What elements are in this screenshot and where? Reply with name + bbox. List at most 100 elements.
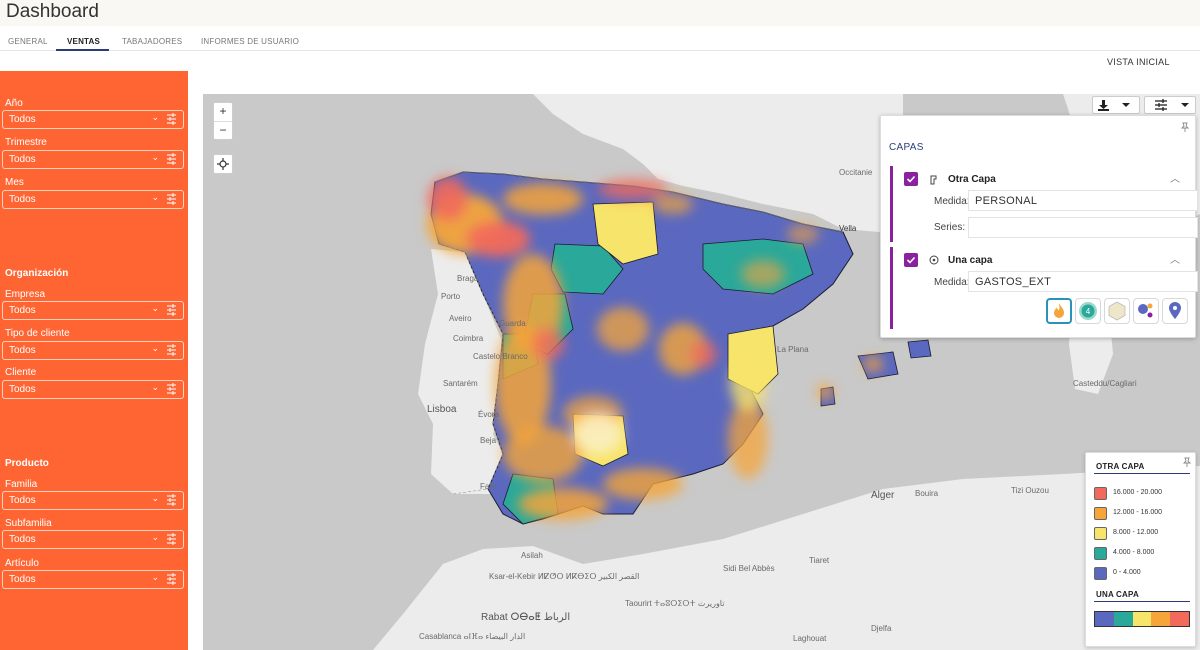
- medida-field[interactable]: GASTOS_EXT: [968, 271, 1198, 292]
- collapse-chevron-icon[interactable]: ︿: [1170, 251, 1180, 266]
- layers-title: CAPAS: [889, 142, 924, 153]
- bubble-icon: [1138, 303, 1153, 318]
- map-label: Évora: [478, 410, 499, 419]
- legend-range: 12.000 - 16.000: [1113, 509, 1163, 516]
- collapse-chevron-icon[interactable]: ︿: [1170, 170, 1180, 185]
- chevron-down-icon: ⌄: [151, 493, 159, 503]
- filter-label-mes: Mes: [5, 177, 24, 188]
- map-label: Beja: [480, 436, 497, 445]
- filter-sliders-icon[interactable]: [167, 193, 176, 205]
- map-label: Coimbra: [453, 334, 484, 343]
- legend-range: 16.000 - 20.000: [1113, 489, 1163, 496]
- cluster-count: 4: [1086, 307, 1091, 316]
- filter-label-articulo: Artículo: [5, 558, 39, 569]
- sliders-icon: [1155, 99, 1189, 111]
- filter-label-trimestre: Trimestre: [5, 137, 47, 148]
- filter-label-empresa: Empresa: [5, 289, 46, 300]
- select-value: Todos: [9, 345, 36, 356]
- location-layer-icon: [929, 255, 939, 265]
- marker-type-button[interactable]: [1162, 298, 1188, 324]
- medida-value: PERSONAL: [975, 195, 1038, 207]
- zoom-controls: + −: [213, 102, 233, 140]
- map-label: Casteddu/Cagliari: [1073, 379, 1137, 388]
- hexbin-type-button[interactable]: [1104, 298, 1130, 324]
- map-label: Alger: [871, 490, 895, 501]
- zoom-out-button[interactable]: −: [214, 121, 232, 139]
- select-value: Todos: [9, 534, 36, 545]
- tab-tabajadores[interactable]: TABAJADORES: [122, 37, 182, 46]
- legend-title-otra-capa: OTRA CAPA: [1096, 462, 1145, 471]
- filter-label-anio: Año: [5, 98, 23, 109]
- cliente-select[interactable]: Todos ⌄: [2, 380, 184, 399]
- map-label: Occitanie: [839, 168, 873, 177]
- flame-icon: [1054, 303, 1064, 318]
- trimestre-select[interactable]: Todos ⌄: [2, 150, 184, 169]
- legend-range: 0 - 4.000: [1113, 569, 1141, 576]
- filter-label-familia: Familia: [5, 479, 38, 490]
- tipo-cliente-select[interactable]: Todos ⌄: [2, 341, 184, 360]
- empresa-select[interactable]: Todos ⌄: [2, 301, 184, 320]
- app-header: Dashboard: [0, 0, 1200, 26]
- filter-sliders-icon[interactable]: [167, 304, 176, 316]
- map-label: Santarém: [443, 379, 478, 388]
- layer-otra-capa: Otra Capa ︿ Medida: PERSONAL Series:: [890, 166, 1198, 242]
- pin-icon[interactable]: [1182, 457, 1192, 467]
- map-label: Casablanca ⴰⵏⴼⴰ الدار البيضاء: [419, 632, 526, 641]
- tab-ventas[interactable]: VENTAS: [67, 37, 100, 46]
- map-label: Sidi Bel Abbès: [723, 564, 775, 573]
- pin-icon[interactable]: [1180, 122, 1190, 132]
- mes-select[interactable]: Todos ⌄: [2, 190, 184, 209]
- layer-checkbox[interactable]: [904, 253, 918, 267]
- legend-divider: [1094, 473, 1190, 474]
- filter-sliders-icon[interactable]: [167, 533, 176, 545]
- filter-label-subfamilia: Subfamilia: [5, 518, 52, 529]
- anio-select[interactable]: Todos ⌄: [2, 110, 184, 129]
- filter-sliders-icon[interactable]: [167, 494, 176, 506]
- section-heading-producto: Producto: [5, 458, 49, 469]
- map-label: Bouira: [915, 489, 939, 498]
- medida-label: Medida:: [934, 277, 970, 288]
- layer-name: Una capa: [948, 255, 993, 266]
- filter-sliders-icon[interactable]: [167, 153, 176, 165]
- map-label: Vella: [839, 224, 857, 233]
- filters-sidebar: Año Todos ⌄ Trimestre Todos ⌄ Mes Todos …: [0, 71, 188, 650]
- filter-sliders-icon[interactable]: [167, 383, 176, 395]
- legend-gradient-bar: [1094, 611, 1190, 627]
- medida-field[interactable]: PERSONAL: [968, 190, 1198, 211]
- familia-select[interactable]: Todos ⌄: [2, 491, 184, 510]
- select-value: Todos: [9, 305, 36, 316]
- series-field[interactable]: [968, 217, 1198, 238]
- tab-informes-de-usuario[interactable]: INFORMES DE USUARIO: [201, 37, 299, 46]
- tab-general[interactable]: GENERAL: [8, 37, 48, 46]
- vista-inicial-button[interactable]: VISTA INICIAL: [1107, 57, 1170, 67]
- filter-sliders-icon[interactable]: [167, 344, 176, 356]
- cluster-type-button[interactable]: 4: [1075, 298, 1101, 324]
- subfamilia-select[interactable]: Todos ⌄: [2, 530, 184, 549]
- bubble-type-button[interactable]: [1133, 298, 1159, 324]
- layer-checkbox[interactable]: [904, 172, 918, 186]
- map-label: Laghouat: [793, 634, 827, 643]
- section-heading-organizacion: Organización: [5, 268, 69, 279]
- map-pin-icon: [1169, 302, 1181, 319]
- map-label: Castelo Branco: [473, 352, 528, 361]
- heatmap-type-button[interactable]: [1046, 298, 1072, 324]
- select-value: Todos: [9, 574, 36, 585]
- tab-bar: GENERAL VENTAS TABAJADORES INFORMES DE U…: [0, 34, 1200, 51]
- app-title: Dashboard: [6, 1, 99, 22]
- legend-range: 4.000 - 8.000: [1113, 549, 1155, 556]
- map-label: Braga: [457, 274, 479, 283]
- map-label: Aveiro: [449, 314, 472, 323]
- zoom-in-button[interactable]: +: [214, 103, 232, 121]
- filter-label-cliente: Cliente: [5, 367, 37, 378]
- active-tab-indicator: [56, 49, 109, 51]
- map-label: Ksar-el-Kebir ⵍⵇⵚⵔ ⵍⴽⴱⵉⵔ القصر الكبير: [489, 572, 640, 581]
- recenter-button[interactable]: [213, 154, 233, 174]
- legend-range: 8.000 - 12.000: [1113, 529, 1159, 536]
- download-button[interactable]: [1092, 96, 1140, 114]
- layers-settings-button[interactable]: [1144, 96, 1196, 114]
- filter-sliders-icon[interactable]: [167, 113, 176, 125]
- cluster-count-icon: 4: [1079, 302, 1097, 320]
- filter-sliders-icon[interactable]: [167, 573, 176, 585]
- articulo-select[interactable]: Todos ⌄: [2, 570, 184, 589]
- map-label: Tizi Ouzou: [1011, 486, 1049, 495]
